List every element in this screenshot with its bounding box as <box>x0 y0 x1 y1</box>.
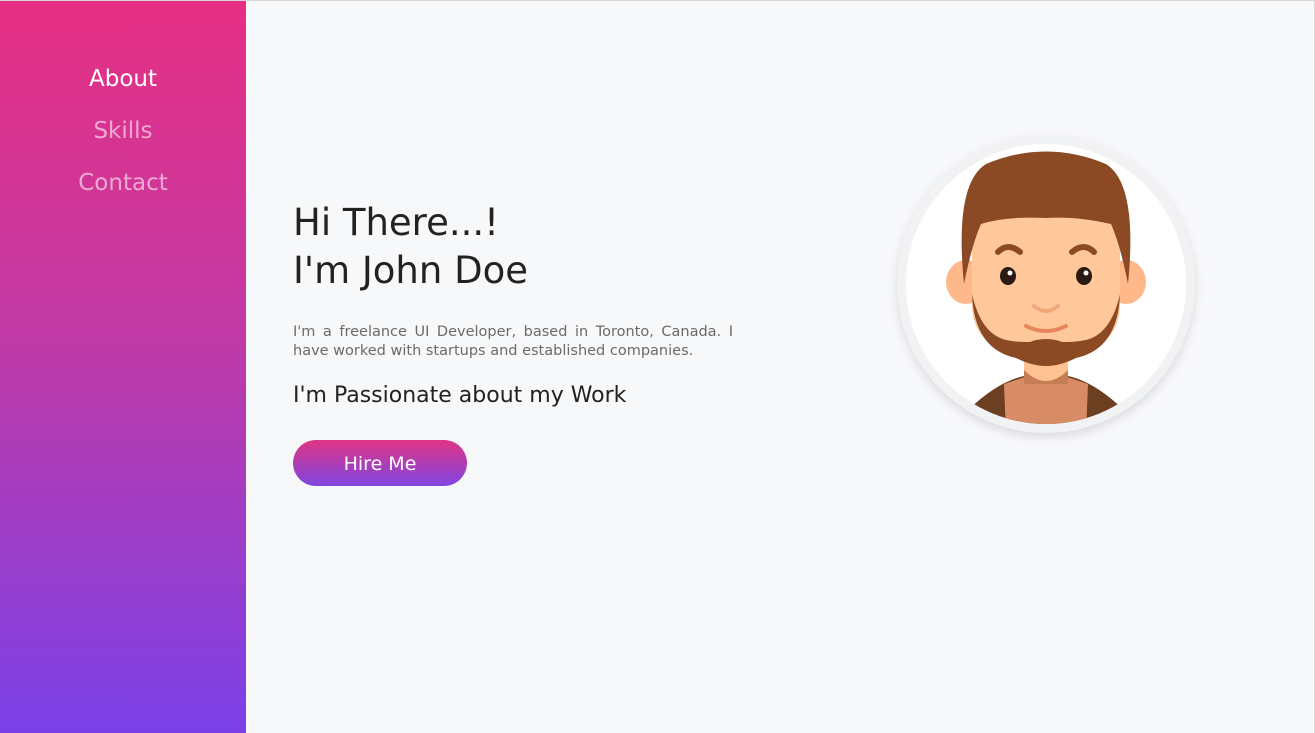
passion-text: I'm Passionate about my Work <box>293 383 627 408</box>
nav-item-about[interactable]: About <box>0 61 246 113</box>
sidebar-nav: About Skills Contact <box>0 61 246 217</box>
page: About Skills Contact Hi There...! I'm Jo… <box>0 0 1315 733</box>
greeting-text: Hi There...! <box>293 201 499 244</box>
avatar <box>897 135 1195 433</box>
bio-text: I'm a freelance UI Developer, based in T… <box>293 324 733 359</box>
sidebar: About Skills Contact <box>0 1 246 733</box>
avatar-frame <box>906 144 1186 424</box>
hero-section: Hi There...! I'm John Doe I'm a freelanc… <box>293 199 733 486</box>
nav-item-skills[interactable]: Skills <box>0 113 246 165</box>
hero-heading: Hi There...! I'm John Doe <box>293 199 733 295</box>
avatar-illustration-icon <box>946 151 1146 424</box>
hire-me-button[interactable]: Hire Me <box>293 440 467 486</box>
nav-item-contact[interactable]: Contact <box>0 165 246 217</box>
name-text: I'm John Doe <box>293 249 528 292</box>
